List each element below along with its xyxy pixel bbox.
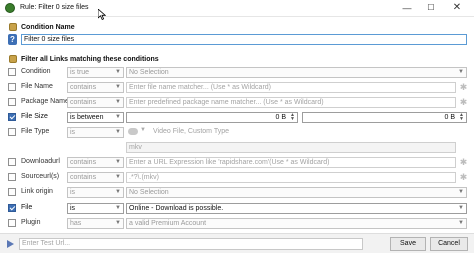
filetype-row: File Type is ▼ ▼ Video File, Custom Type — [0, 127, 474, 138]
filetype-operator-select[interactable]: is ▼ — [67, 127, 124, 138]
wildcard-star-icon[interactable]: ✱ — [458, 97, 469, 108]
cloud-icon — [128, 128, 138, 135]
filesize-label: File Size — [21, 113, 48, 120]
save-button[interactable]: Save — [390, 237, 426, 251]
linkorigin-operator-select[interactable]: is ▼ — [67, 187, 124, 198]
condition-checkbox[interactable] — [8, 68, 16, 76]
downloadurl-label: Downloadurl — [21, 158, 60, 165]
minimize-button[interactable]: — — [396, 1, 418, 15]
maximize-button[interactable]: ☐ — [420, 1, 442, 15]
bottom-bar: Enter Test Url... Save Cancel — [0, 233, 474, 253]
wildcard-star-icon[interactable]: ✱ — [458, 82, 469, 93]
plugin-operator-select[interactable]: has ▼ — [67, 218, 124, 229]
filesize-max-input[interactable]: 0 B ▲ ▼ — [302, 112, 467, 123]
linkorigin-checkbox[interactable] — [8, 188, 16, 196]
title-bar: Rule: Filter 0 size files — ☐ ✕ — [0, 0, 474, 20]
sourceurls-label: Sourceurl(s) — [21, 173, 60, 180]
filename-checkbox[interactable] — [8, 83, 16, 91]
filetype-value-select[interactable]: Video File, Custom Type — [151, 127, 467, 138]
filetype-checkbox[interactable] — [8, 128, 16, 136]
condition-value-select[interactable]: No Selection ▼ — [126, 67, 467, 78]
plugin-row: Plugin has ▼ a valid Premium Account ▼ — [0, 218, 474, 229]
file-label: File — [21, 204, 33, 211]
condition-name-input[interactable]: Filter 0 size files — [21, 34, 467, 45]
file-operator-select[interactable]: is ▼ — [67, 203, 124, 214]
test-url-input[interactable]: Enter Test Url... — [19, 238, 363, 250]
downloadurl-operator-select[interactable]: contains ▼ — [67, 157, 124, 168]
filetype-custom-input[interactable]: mkv — [126, 142, 456, 153]
linkorigin-row: Link origin is ▼ No Selection ▼ — [0, 187, 474, 198]
package-label: Package Name — [21, 98, 69, 105]
filetype-label: File Type — [21, 128, 50, 135]
filesize-checkbox[interactable] — [8, 113, 16, 121]
wildcard-star-icon[interactable]: ✱ — [458, 172, 469, 183]
app-icon — [5, 3, 15, 13]
filter-icon — [9, 55, 17, 63]
sourceurls-input[interactable]: .*?\.(mkv) — [126, 172, 456, 183]
filesize-operator-select[interactable]: is between ▼ — [67, 112, 124, 123]
linkorigin-value-select[interactable]: No Selection ▼ — [126, 187, 467, 198]
filetype-custom-row: mkv — [0, 142, 474, 153]
package-operator-select[interactable]: contains ▼ — [67, 97, 124, 108]
tag-icon — [9, 23, 17, 31]
filename-input[interactable]: Enter file name matcher... (Use * as Wil… — [126, 82, 456, 93]
plugin-label: Plugin — [21, 219, 41, 226]
window-title: Rule: Filter 0 size files — [20, 4, 89, 11]
condition-row: Condition is true ▼ No Selection ▼ — [0, 67, 474, 78]
sourceurls-checkbox[interactable] — [8, 173, 16, 181]
package-checkbox[interactable] — [8, 98, 16, 106]
wildcard-star-icon[interactable]: ✱ — [458, 157, 469, 168]
help-icon[interactable]: ? — [8, 34, 17, 45]
condition-operator-select[interactable]: is true ▼ — [67, 67, 124, 78]
filename-label: File Name — [21, 83, 53, 90]
file-row: File is ▼ Online - Download is possible. ▼ — [0, 203, 474, 214]
downloadurl-row: Downloadurl contains ▼ Enter a URL Expres… — [0, 157, 474, 168]
filename-row: File Name contains ▼ Enter file name matc… — [0, 82, 474, 93]
condition-name-heading: Condition Name — [21, 23, 75, 31]
plugin-value-select[interactable]: a valid Premium Account ▼ — [126, 218, 467, 229]
condition-label: Condition — [21, 68, 51, 75]
file-value-select[interactable]: Online - Download is possible. ▼ — [126, 203, 467, 214]
play-icon[interactable] — [7, 240, 14, 248]
downloadurl-checkbox[interactable] — [8, 158, 16, 166]
filter-conditions-header: Filter all Links matching these conditio… — [9, 54, 159, 64]
chevron-down-icon: ▼ — [140, 127, 146, 133]
filesize-row: File Size is between ▼ 0 B ▲ ▼ 0 B ▲ ▼ — [0, 112, 474, 123]
filter-conditions-heading: Filter all Links matching these conditio… — [21, 55, 159, 63]
sourceurls-row: Sourceurl(s) contains ▼ .*?\.(mkv) ✱ — [0, 172, 474, 183]
sourceurls-operator-select[interactable]: contains ▼ — [67, 172, 124, 183]
plugin-checkbox[interactable] — [8, 219, 16, 227]
package-input[interactable]: Enter predefined package name matcher...… — [126, 97, 456, 108]
filename-operator-select[interactable]: contains ▼ — [67, 82, 124, 93]
condition-name-header: Condition Name — [9, 22, 75, 32]
filesize-min-input[interactable]: 0 B ▲ ▼ — [126, 112, 298, 123]
mouse-cursor-icon — [98, 9, 106, 20]
cancel-button[interactable]: Cancel — [430, 237, 468, 251]
downloadurl-input[interactable]: Enter a URL Expression like 'rapidshare.… — [126, 157, 456, 168]
linkorigin-label: Link origin — [21, 188, 53, 195]
file-checkbox[interactable] — [8, 204, 16, 212]
package-row: Package Name contains ▼ Enter predefined … — [0, 97, 474, 108]
close-button[interactable]: ✕ — [446, 1, 468, 15]
